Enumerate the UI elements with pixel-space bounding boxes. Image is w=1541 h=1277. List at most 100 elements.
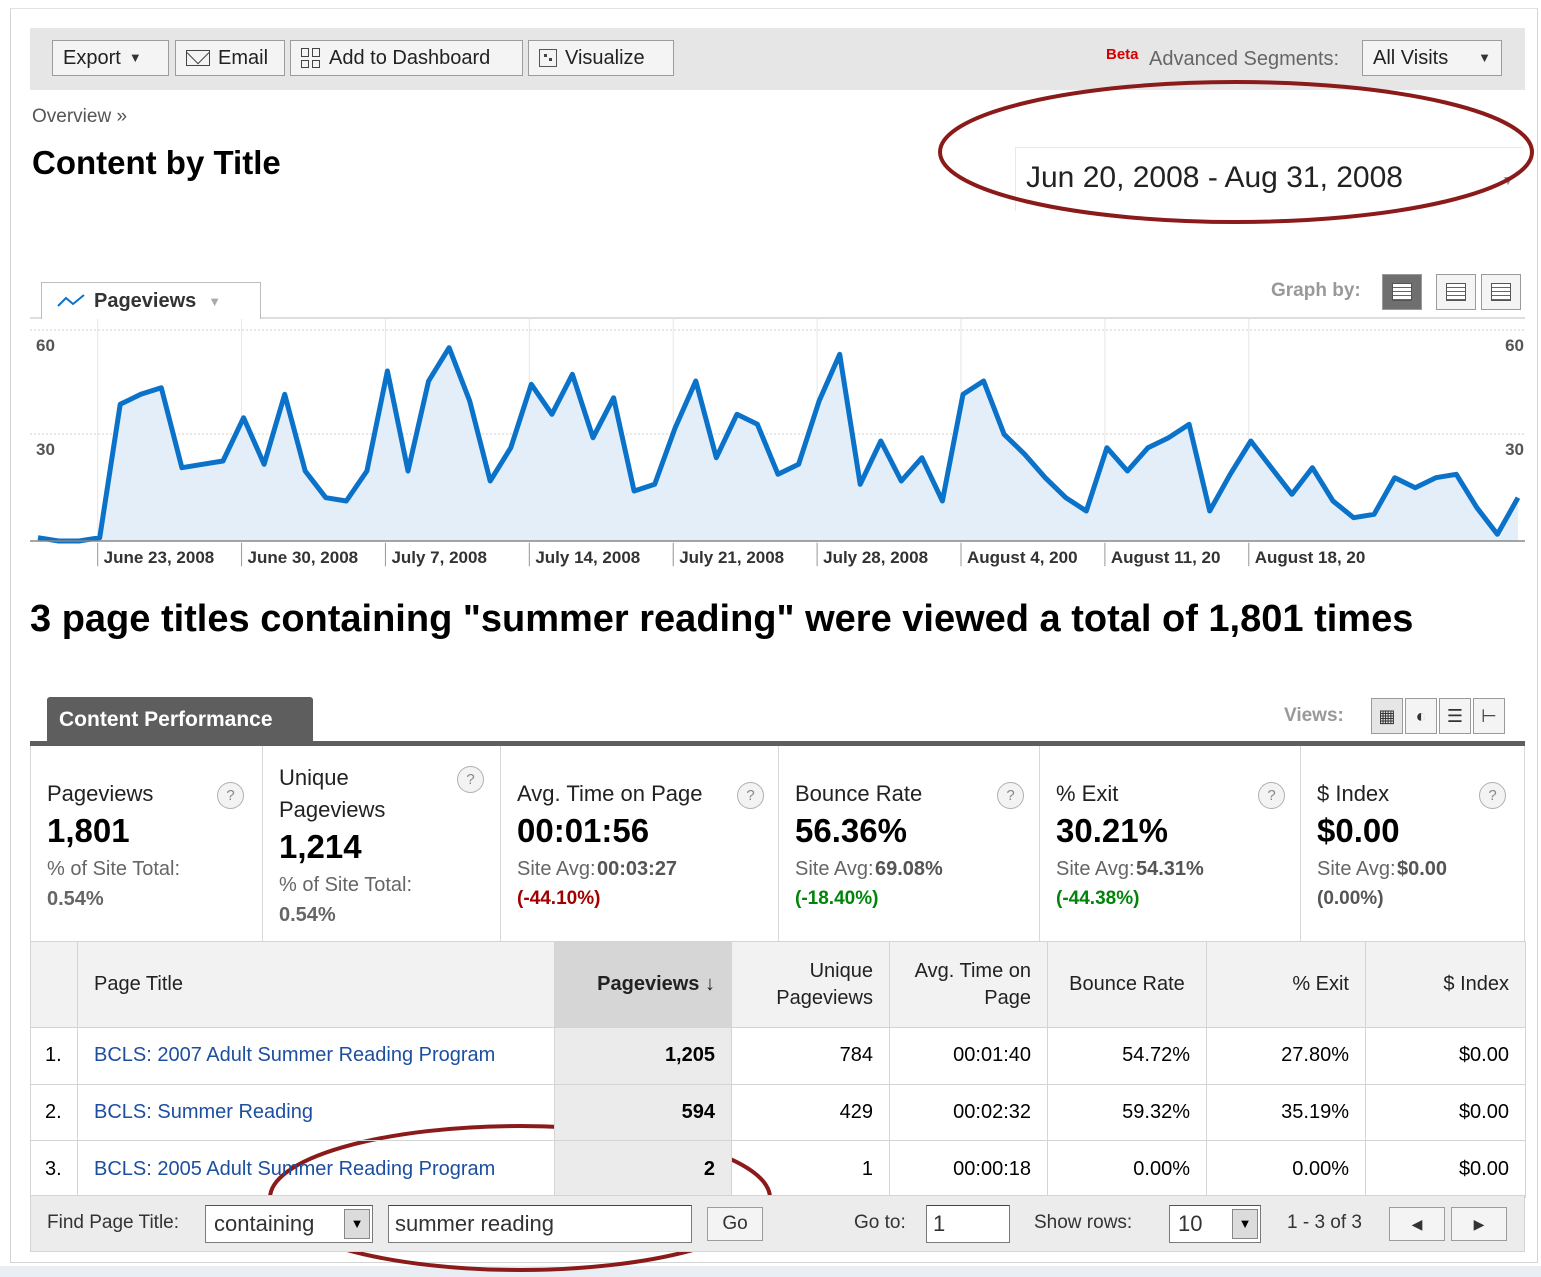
x-tick-label: August 4, 200	[967, 548, 1078, 567]
x-tick-label: July 14, 2008	[535, 548, 640, 567]
column-label: % Exit	[1292, 973, 1349, 995]
page-title-link[interactable]: BCLS: 2007 Adult Summer Reading Program	[94, 1044, 495, 1066]
scorecard-label: $ Index	[1317, 781, 1390, 806]
date-range-annotation	[938, 80, 1534, 224]
x-tick-label: August 18, 20	[1255, 548, 1366, 567]
x-tick-label: July 28, 2008	[823, 548, 928, 567]
column-header-page-title[interactable]: Page Title	[77, 941, 555, 1028]
column-header-pageviews[interactable]: Pageviews ↓	[554, 941, 732, 1028]
y-tick-labels: 30 30 60 60	[36, 336, 1524, 459]
row-bounce: 59.32%	[1047, 1083, 1207, 1142]
row-pageviews: 1,205	[554, 1027, 732, 1085]
scorecard-sub-label: Site Avg:	[1056, 858, 1135, 880]
row-exit: 35.19%	[1206, 1083, 1366, 1142]
help-icon[interactable]: ?	[1479, 782, 1506, 809]
chevron-down-icon: ▼	[344, 1209, 370, 1239]
content-table: Page Title Pageviews ↓ Unique Pageviews …	[30, 941, 1526, 1199]
y-tick-label: 60	[1505, 336, 1524, 355]
column-header-bounce-rate[interactable]: Bounce Rate	[1047, 941, 1207, 1028]
x-tick-label: June 30, 2008	[248, 548, 359, 567]
page-title-link[interactable]: BCLS: Summer Reading	[94, 1101, 313, 1123]
scorecard-sub-value: 69.08%	[875, 858, 943, 880]
metric-label: Pageviews	[94, 289, 197, 312]
column-header-avg-time[interactable]: Avg. Time on Page	[889, 941, 1048, 1028]
row-unique: 784	[731, 1027, 890, 1085]
scorecard-sub-label: Site Avg:	[795, 858, 874, 880]
table-header-row: Page Title Pageviews ↓ Unique Pageviews …	[30, 941, 1526, 1028]
row-unique: 429	[731, 1083, 890, 1142]
x-tick-label: July 21, 2008	[679, 548, 784, 567]
scorecard-sub-value: $0.00	[1397, 858, 1448, 880]
table-row: 1. BCLS: 2007 Adult Summer Reading Progr…	[30, 1027, 1526, 1085]
help-icon[interactable]: ?	[997, 782, 1024, 809]
row-pageviews: 594	[554, 1083, 732, 1142]
chevron-right-icon: ▶	[1473, 1216, 1485, 1232]
filter-input[interactable]: summer reading	[388, 1205, 692, 1243]
row-bounce: 0.00%	[1047, 1140, 1207, 1199]
y-tick-label: 60	[36, 336, 55, 355]
row-rank: 2.	[30, 1083, 78, 1142]
page-title-link[interactable]: BCLS: 2005 Adult Summer Reading Program	[94, 1158, 495, 1180]
scorecard-delta: (0.00%)	[1317, 888, 1384, 909]
x-tick-label: July 7, 2008	[391, 548, 486, 567]
column-header-unique-pageviews[interactable]: Unique Pageviews	[731, 941, 890, 1028]
y-tick-label: 30	[1505, 440, 1524, 459]
row-title-cell: BCLS: 2007 Adult Summer Reading Program	[77, 1027, 555, 1085]
performance-view-icon[interactable]: ☰	[1439, 698, 1471, 734]
metric-selector[interactable]: Pageviews ▼	[41, 282, 261, 319]
pie-view-icon[interactable]: ◐	[1405, 698, 1437, 734]
row-index: $0.00	[1365, 1027, 1526, 1085]
help-icon[interactable]: ?	[457, 766, 484, 793]
table-row: 2. BCLS: Summer Reading 594 429 00:02:32…	[30, 1083, 1526, 1142]
column-label: Pageviews	[597, 973, 700, 995]
next-page-button[interactable]: ▶	[1451, 1207, 1507, 1241]
column-label: Unique Pageviews	[776, 959, 873, 1009]
x-tick-labels: June 23, 2008 June 30, 2008 July 7, 2008 Ju…	[97, 543, 1366, 567]
sort-descending-icon: ↓	[705, 973, 715, 995]
goto-input[interactable]: 1	[926, 1205, 1010, 1243]
table-row: 3. BCLS: 2005 Adult Summer Reading Progr…	[30, 1140, 1526, 1199]
tab-content-performance[interactable]: Content Performance	[47, 697, 313, 742]
column-header-index[interactable]: $ Index	[1365, 941, 1526, 1028]
help-icon[interactable]: ?	[217, 782, 244, 809]
filter-mode-value: containing	[214, 1211, 315, 1236]
summary-headline: 3 page titles containing "summer reading…	[30, 598, 1414, 640]
row-index: $0.00	[1365, 1083, 1526, 1142]
show-rows-label: Show rows:	[1034, 1212, 1133, 1233]
y-tick-label: 30	[36, 440, 55, 459]
rank-header	[30, 941, 78, 1028]
go-button[interactable]: Go	[707, 1207, 763, 1241]
scorecard-value: 00:01:56	[517, 812, 650, 849]
row-unique: 1	[731, 1140, 890, 1199]
help-icon[interactable]: ?	[1258, 782, 1285, 809]
scorecard-unique-pageviews: Unique Pageviews ? 1,214 % of Site Total…	[263, 746, 501, 942]
row-avg-time: 00:00:18	[889, 1140, 1048, 1199]
scorecard-delta: (-18.40%)	[795, 888, 879, 909]
scorecard-value: 30.21%	[1056, 812, 1168, 849]
chevron-down-icon: ▼	[208, 293, 222, 309]
show-rows-value: 10	[1178, 1211, 1203, 1236]
scorecard-value: 1,214	[279, 828, 362, 865]
table-footer: Find Page Title: containing ▼ summer rea…	[30, 1195, 1525, 1252]
scorecard-sub-value: 54.31%	[1136, 858, 1204, 880]
prev-page-button[interactable]: ◀	[1389, 1207, 1445, 1241]
scorecard-sub-label: % of Site Total:	[279, 874, 413, 896]
row-exit: 0.00%	[1206, 1140, 1366, 1199]
filter-mode-select[interactable]: containing ▼	[205, 1205, 373, 1243]
row-avg-time: 00:02:32	[889, 1083, 1048, 1142]
views-label: Views:	[1284, 705, 1344, 726]
scorecard-bounce-rate: Bounce Rate ? 56.36% Site Avg: 69.08% (-…	[779, 746, 1040, 942]
row-title-cell: BCLS: 2005 Adult Summer Reading Program	[77, 1140, 555, 1199]
row-title-cell: BCLS: Summer Reading	[77, 1083, 555, 1142]
scorecard: Pageviews ? 1,801 % of Site Total: 0.54%…	[30, 746, 1525, 942]
row-rank: 3.	[30, 1140, 78, 1199]
help-icon[interactable]: ?	[737, 782, 764, 809]
scorecard-label: % Exit	[1056, 781, 1119, 806]
table-view-icon[interactable]: ▦	[1371, 698, 1403, 734]
scorecard-delta: (-44.38%)	[1056, 888, 1140, 909]
show-rows-select[interactable]: 10 ▼	[1169, 1205, 1261, 1243]
column-header-exit[interactable]: % Exit	[1206, 941, 1366, 1028]
scorecard-index: $ Index ? $0.00 Site Avg: $0.00 (0.00%)	[1301, 746, 1524, 942]
pivot-view-icon[interactable]: ⊢	[1473, 698, 1505, 734]
goto-label: Go to:	[854, 1212, 906, 1233]
